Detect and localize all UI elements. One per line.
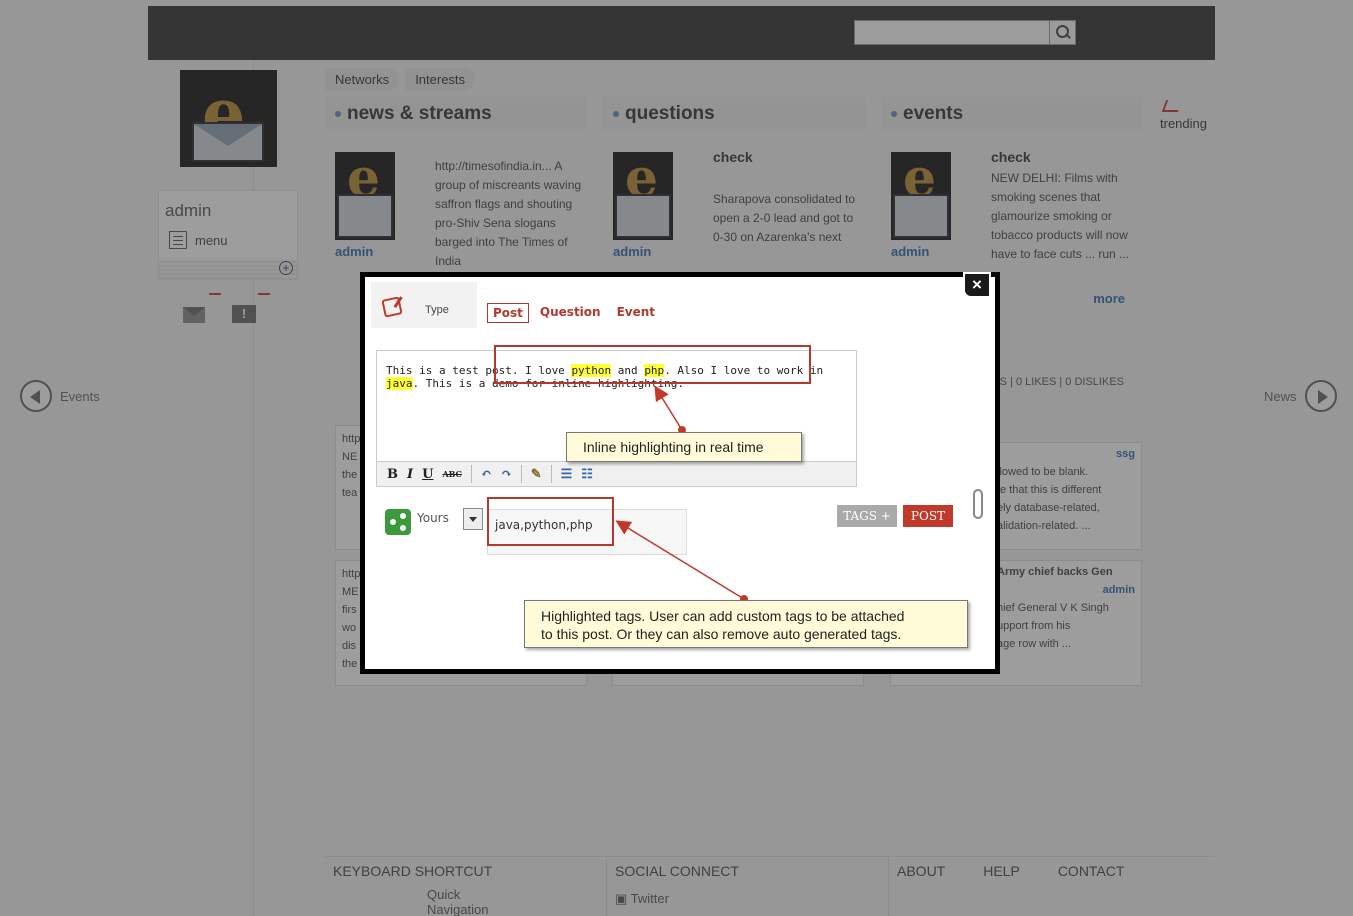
post-type-box: Type: [371, 282, 477, 328]
inline-highlight-callout: Inline highlighting in real time: [566, 432, 802, 462]
tab-question[interactable]: Question: [535, 303, 606, 323]
bold-button[interactable]: B: [387, 467, 398, 482]
pen-icon: [381, 296, 403, 318]
tab-post[interactable]: Post: [487, 303, 529, 323]
bullet-list-icon[interactable]: ☰: [561, 467, 573, 482]
add-tags-button[interactable]: TAGS +: [837, 505, 897, 527]
post-button[interactable]: POST: [903, 505, 953, 527]
attachment-icon[interactable]: [973, 489, 983, 519]
tags-callout-line1: Highlighted tags. User can add custom ta…: [541, 608, 905, 624]
type-label: Type: [425, 304, 449, 316]
post-type-tabs: Post Question Event: [487, 303, 660, 323]
tags-callout-box: [487, 497, 614, 546]
brush-icon[interactable]: ✎: [531, 467, 542, 482]
close-icon[interactable]: ×: [963, 272, 991, 298]
highlighted-keyword: java: [386, 377, 413, 390]
share-icon[interactable]: [385, 509, 411, 535]
toolbar-divider: [550, 465, 552, 483]
undo-icon[interactable]: ↶: [481, 467, 492, 482]
italic-button[interactable]: I: [407, 467, 413, 482]
toolbar-divider: [520, 465, 522, 483]
visibility-dropdown[interactable]: [463, 508, 483, 530]
underline-button[interactable]: U: [422, 467, 433, 482]
highlight-callout-box: [494, 345, 811, 384]
numbered-list-icon[interactable]: ☷: [581, 467, 593, 482]
visibility-label: Yours: [417, 511, 449, 525]
strike-button[interactable]: ABC: [442, 469, 461, 479]
tags-callout: Highlighted tags. User can add custom ta…: [524, 600, 968, 648]
toolbar-divider: [470, 465, 472, 483]
editor-toolbar: B I U ABC ↶ ↷ ✎ ☰ ☷: [376, 461, 857, 487]
tab-event[interactable]: Event: [612, 303, 660, 323]
tags-callout-line2: to this post. Or they can also remove au…: [541, 626, 902, 642]
redo-icon[interactable]: ↷: [501, 467, 512, 482]
